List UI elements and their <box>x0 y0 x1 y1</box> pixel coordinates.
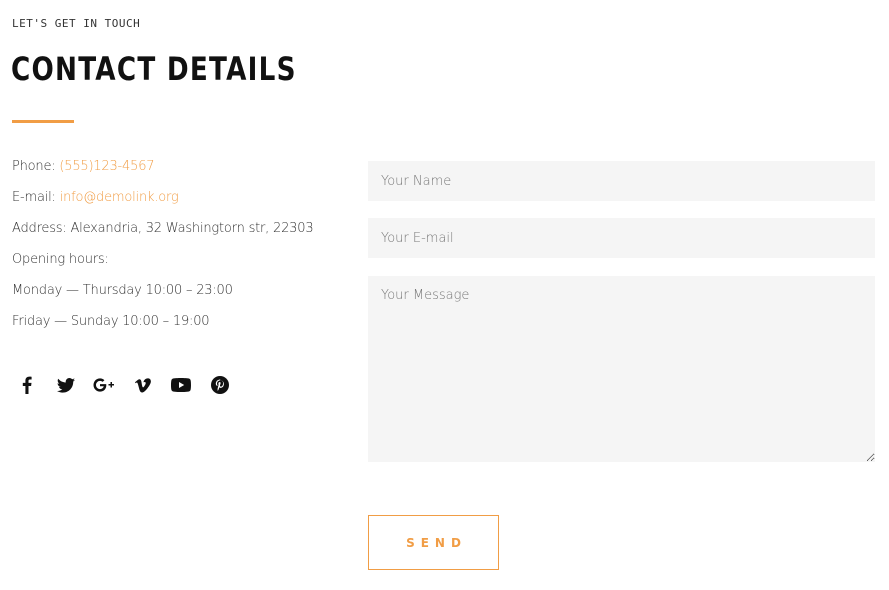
youtube-icon[interactable] <box>170 374 192 396</box>
message-field[interactable] <box>368 276 875 462</box>
phone-line: Phone: (555)123-4567 <box>12 156 357 187</box>
opening-hours-label: Opening hours: <box>12 252 109 267</box>
vimeo-icon[interactable] <box>132 374 154 396</box>
email-label: E-mail: <box>12 190 60 205</box>
title-underline <box>12 120 74 123</box>
address-line: Address: Alexandria, 32 Washingtorn str,… <box>12 221 314 236</box>
phone-label: Phone: <box>12 159 60 174</box>
page-title: CONTACT DETAILS <box>11 50 297 88</box>
hours-weekdays: Monday — Thursday 10:00 – 23:00 <box>12 283 233 298</box>
facebook-icon[interactable] <box>16 374 38 396</box>
contact-info: Phone: (555)123-4567 E-mail: info@demoli… <box>12 156 357 342</box>
google-plus-icon[interactable] <box>93 374 115 396</box>
pinterest-icon[interactable] <box>209 374 231 396</box>
email-link[interactable]: info@demolink.org <box>60 190 179 205</box>
email-line: E-mail: info@demolink.org <box>12 187 357 218</box>
twitter-icon[interactable] <box>55 374 77 396</box>
hours-weekend: Friday — Sunday 10:00 – 19:00 <box>12 314 210 329</box>
email-field[interactable] <box>368 218 875 258</box>
eyebrow-text: LET'S GET IN TOUCH <box>12 17 141 30</box>
social-links <box>16 374 247 396</box>
name-field[interactable] <box>368 161 875 201</box>
phone-link[interactable]: (555)123-4567 <box>59 159 154 174</box>
send-button[interactable]: SEND <box>368 515 499 570</box>
